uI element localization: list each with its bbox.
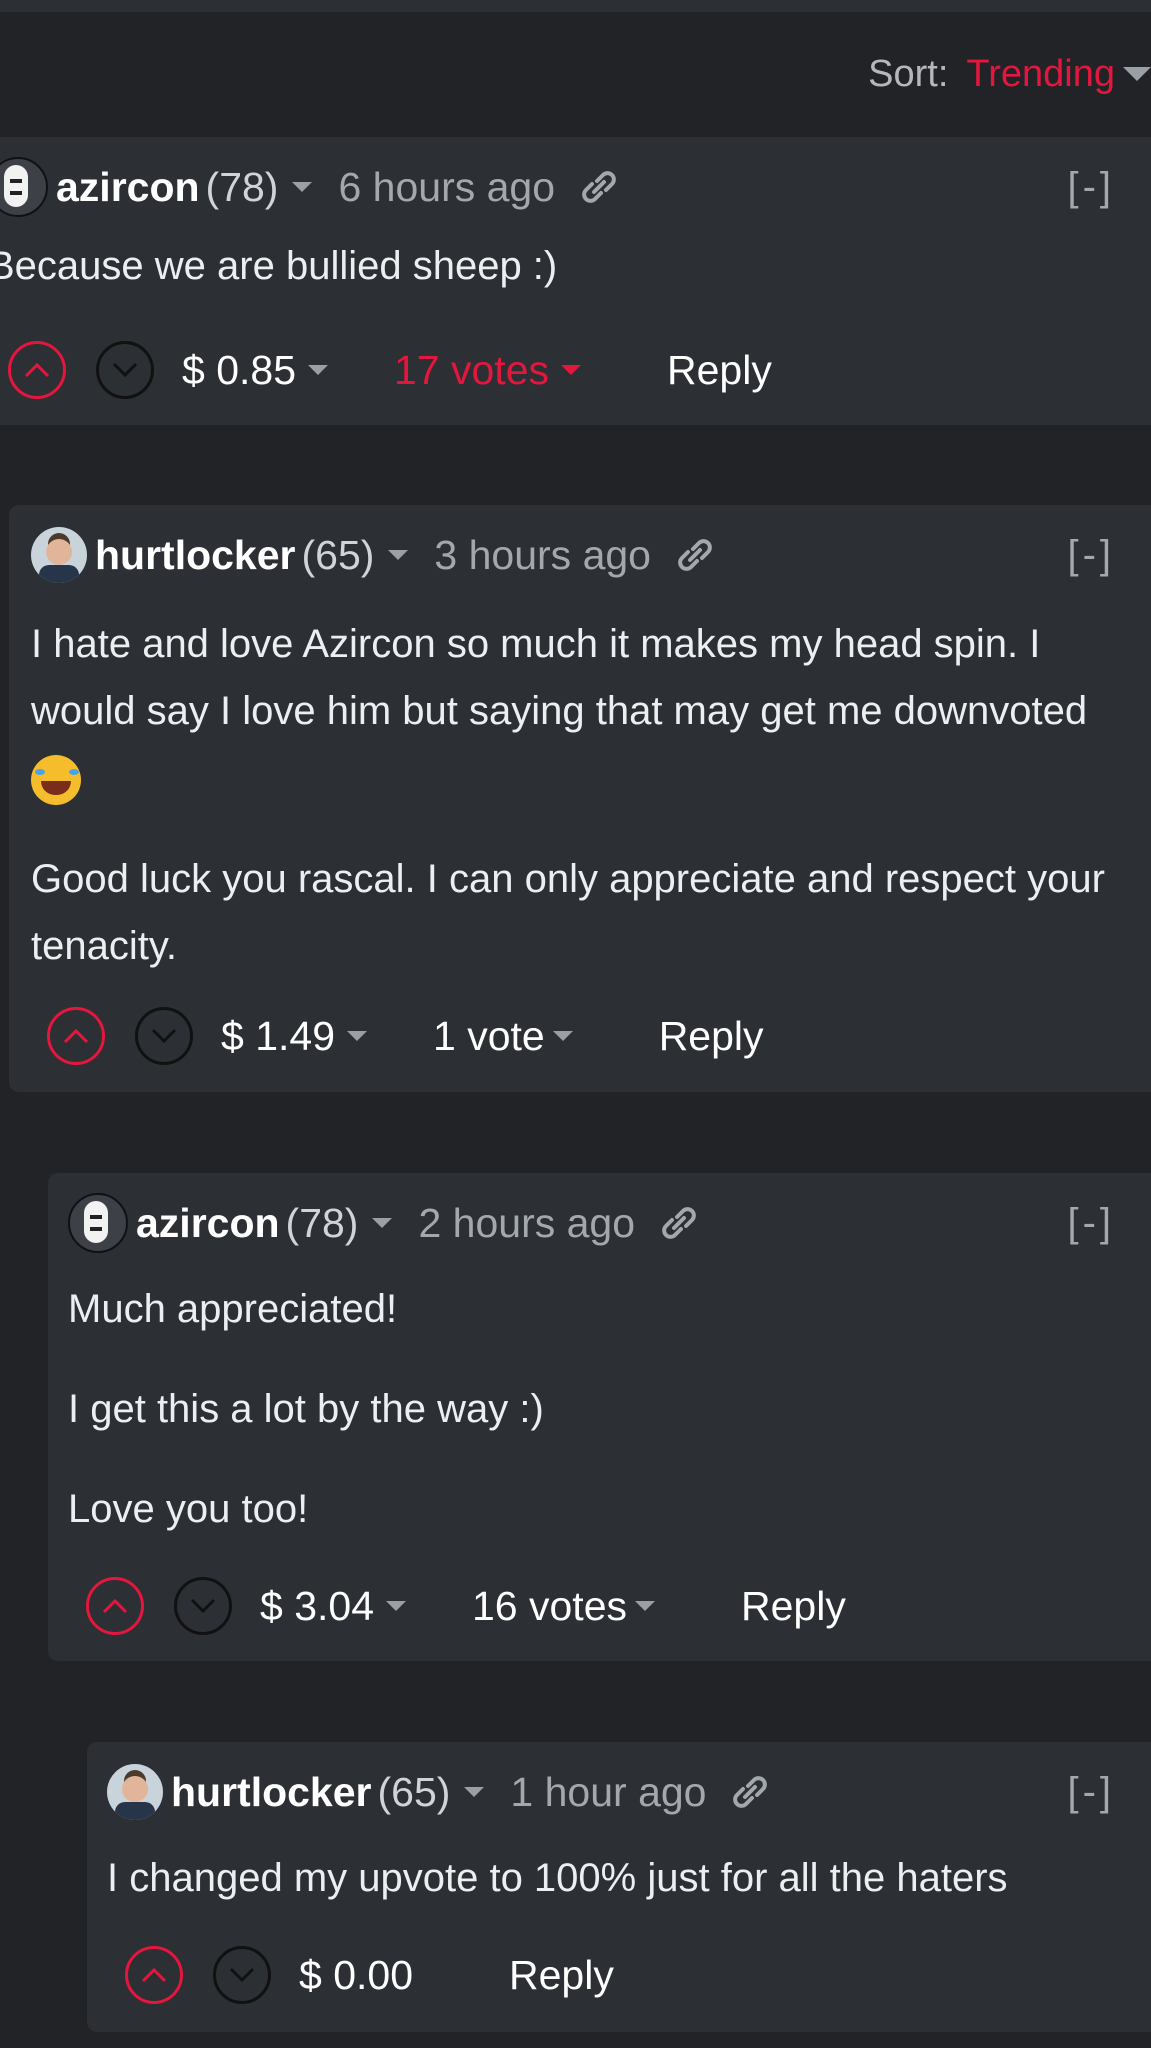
comment-paragraph: Love you too!	[68, 1487, 309, 1531]
sort-value[interactable]: Trending	[966, 53, 1115, 96]
upvote-button[interactable]	[8, 341, 66, 399]
author-reputation: (78)	[205, 163, 279, 210]
downvote-button[interactable]	[174, 1577, 232, 1635]
avatar[interactable]	[68, 1193, 128, 1253]
avatar[interactable]	[107, 1764, 163, 1820]
votes-caret-icon[interactable]	[561, 365, 581, 375]
link-icon[interactable]	[659, 1203, 699, 1243]
chevron-up-icon	[102, 1598, 128, 1614]
payout-caret-icon[interactable]	[308, 365, 328, 375]
sort-control[interactable]: Sort: Trending	[868, 44, 1151, 104]
collapse-button[interactable]: [-]	[1067, 1770, 1115, 1815]
comment-time[interactable]: 1 hour ago	[510, 1769, 706, 1816]
author-menu-caret-icon[interactable]	[464, 1787, 485, 1797]
comment-body: I changed my upvote to 100% just for all…	[107, 1845, 1131, 1912]
upvote-button[interactable]	[47, 1007, 105, 1065]
comment-actions: $ 0.85 17 votes Reply	[8, 330, 772, 410]
link-icon[interactable]	[675, 535, 715, 575]
payout-caret-icon[interactable]	[386, 1601, 406, 1611]
votes-caret-icon[interactable]	[635, 1601, 655, 1611]
reply-button[interactable]: Reply	[667, 347, 772, 394]
comment-body: I hate and love Azircon so much it makes…	[31, 611, 1131, 980]
reply-button[interactable]: Reply	[741, 1583, 846, 1630]
comment-actions: $ 3.04 16 votes Reply	[86, 1566, 846, 1646]
chevron-up-icon	[63, 1028, 89, 1044]
chevron-down-icon	[229, 1967, 255, 1983]
chevron-up-icon	[24, 362, 50, 378]
comment-time[interactable]: 2 hours ago	[418, 1200, 635, 1247]
avatar[interactable]	[31, 527, 87, 583]
comment-time[interactable]: 3 hours ago	[434, 532, 651, 579]
comment-header: azircon (78) 2 hours ago [-]	[68, 1173, 1151, 1273]
votes-caret-icon[interactable]	[552, 1031, 573, 1041]
payout-value[interactable]: $ 0.85	[182, 347, 296, 394]
link-icon[interactable]	[730, 1772, 770, 1812]
author-name[interactable]: azircon	[136, 1200, 280, 1247]
author-menu-caret-icon[interactable]	[372, 1218, 393, 1228]
rolling-on-floor-laughing-emoji	[31, 755, 81, 806]
comment-body: Much appreciated! I get this a lot by th…	[68, 1276, 1131, 1543]
author-reputation: (78)	[285, 1199, 359, 1246]
link-icon[interactable]	[579, 167, 619, 207]
comment: azircon (78) 2 hours ago [-] Much apprec…	[48, 1173, 1151, 1661]
top-bar	[0, 0, 1151, 12]
collapse-button[interactable]: [-]	[1067, 165, 1115, 210]
comment-emoji-line	[31, 745, 1131, 812]
comment-actions: $ 1.49 1 vote Reply	[47, 996, 764, 1076]
comment-actions: $ 0.00 Reply	[125, 1935, 614, 2015]
comment-paragraph: I hate and love Azircon so much it makes…	[31, 622, 1088, 733]
votes-count[interactable]: 1 vote	[433, 1013, 545, 1060]
comment-time[interactable]: 6 hours ago	[338, 164, 555, 211]
comment-paragraph: I changed my upvote to 100% just for all…	[107, 1856, 1008, 1900]
comment: azircon (78) 6 hours ago [-] Because we …	[0, 137, 1151, 425]
comment-header: hurtlocker (65) 3 hours ago [-]	[31, 505, 1151, 605]
comment: hurtlocker (65) 3 hours ago [-] I hate a…	[9, 505, 1151, 1092]
author-name[interactable]: hurtlocker	[171, 1769, 372, 1816]
sort-label: Sort:	[868, 52, 949, 95]
comment: hurtlocker (65) 1 hour ago [-] I changed…	[87, 1742, 1151, 2032]
author-reputation: (65)	[377, 1768, 451, 1815]
comment-paragraph: I get this a lot by the way :)	[68, 1387, 544, 1431]
author-menu-caret-icon[interactable]	[388, 550, 409, 560]
comment-paragraph: Much appreciated!	[68, 1287, 398, 1331]
upvote-button[interactable]	[125, 1946, 183, 2004]
collapse-button[interactable]: [-]	[1067, 533, 1115, 578]
payout-value[interactable]: $ 0.00	[299, 1952, 413, 1999]
comment-body: Because we are bullied sheep :)	[0, 233, 1131, 300]
downvote-button[interactable]	[96, 341, 154, 399]
reply-button[interactable]: Reply	[509, 1952, 614, 1999]
comment-header: azircon (78) 6 hours ago [-]	[0, 137, 1151, 237]
votes-count[interactable]: 17 votes	[394, 347, 549, 394]
payout-caret-icon[interactable]	[347, 1031, 367, 1041]
comment-paragraph: Good luck you rascal. I can only appreci…	[31, 857, 1105, 968]
reply-button[interactable]: Reply	[659, 1013, 764, 1060]
upvote-button[interactable]	[86, 1577, 144, 1635]
chevron-down-icon	[151, 1028, 177, 1044]
payout-value[interactable]: $ 1.49	[221, 1013, 335, 1060]
chevron-down-icon	[190, 1598, 216, 1614]
comment-header: hurtlocker (65) 1 hour ago [-]	[107, 1742, 1151, 1842]
downvote-button[interactable]	[213, 1946, 271, 2004]
author-name[interactable]: hurtlocker	[95, 532, 296, 579]
chevron-up-icon	[141, 1967, 167, 1983]
collapse-button[interactable]: [-]	[1067, 1201, 1115, 1246]
votes-count[interactable]: 16 votes	[472, 1583, 627, 1630]
chevron-down-icon	[112, 362, 138, 378]
avatar[interactable]	[0, 157, 48, 217]
payout-value[interactable]: $ 3.04	[260, 1583, 374, 1630]
downvote-button[interactable]	[135, 1007, 193, 1065]
author-menu-caret-icon[interactable]	[292, 182, 313, 192]
author-name[interactable]: azircon	[56, 164, 200, 211]
author-reputation: (65)	[301, 531, 375, 578]
comment-paragraph: Because we are bullied sheep :)	[0, 244, 558, 288]
sort-caret-icon[interactable]	[1123, 67, 1151, 81]
